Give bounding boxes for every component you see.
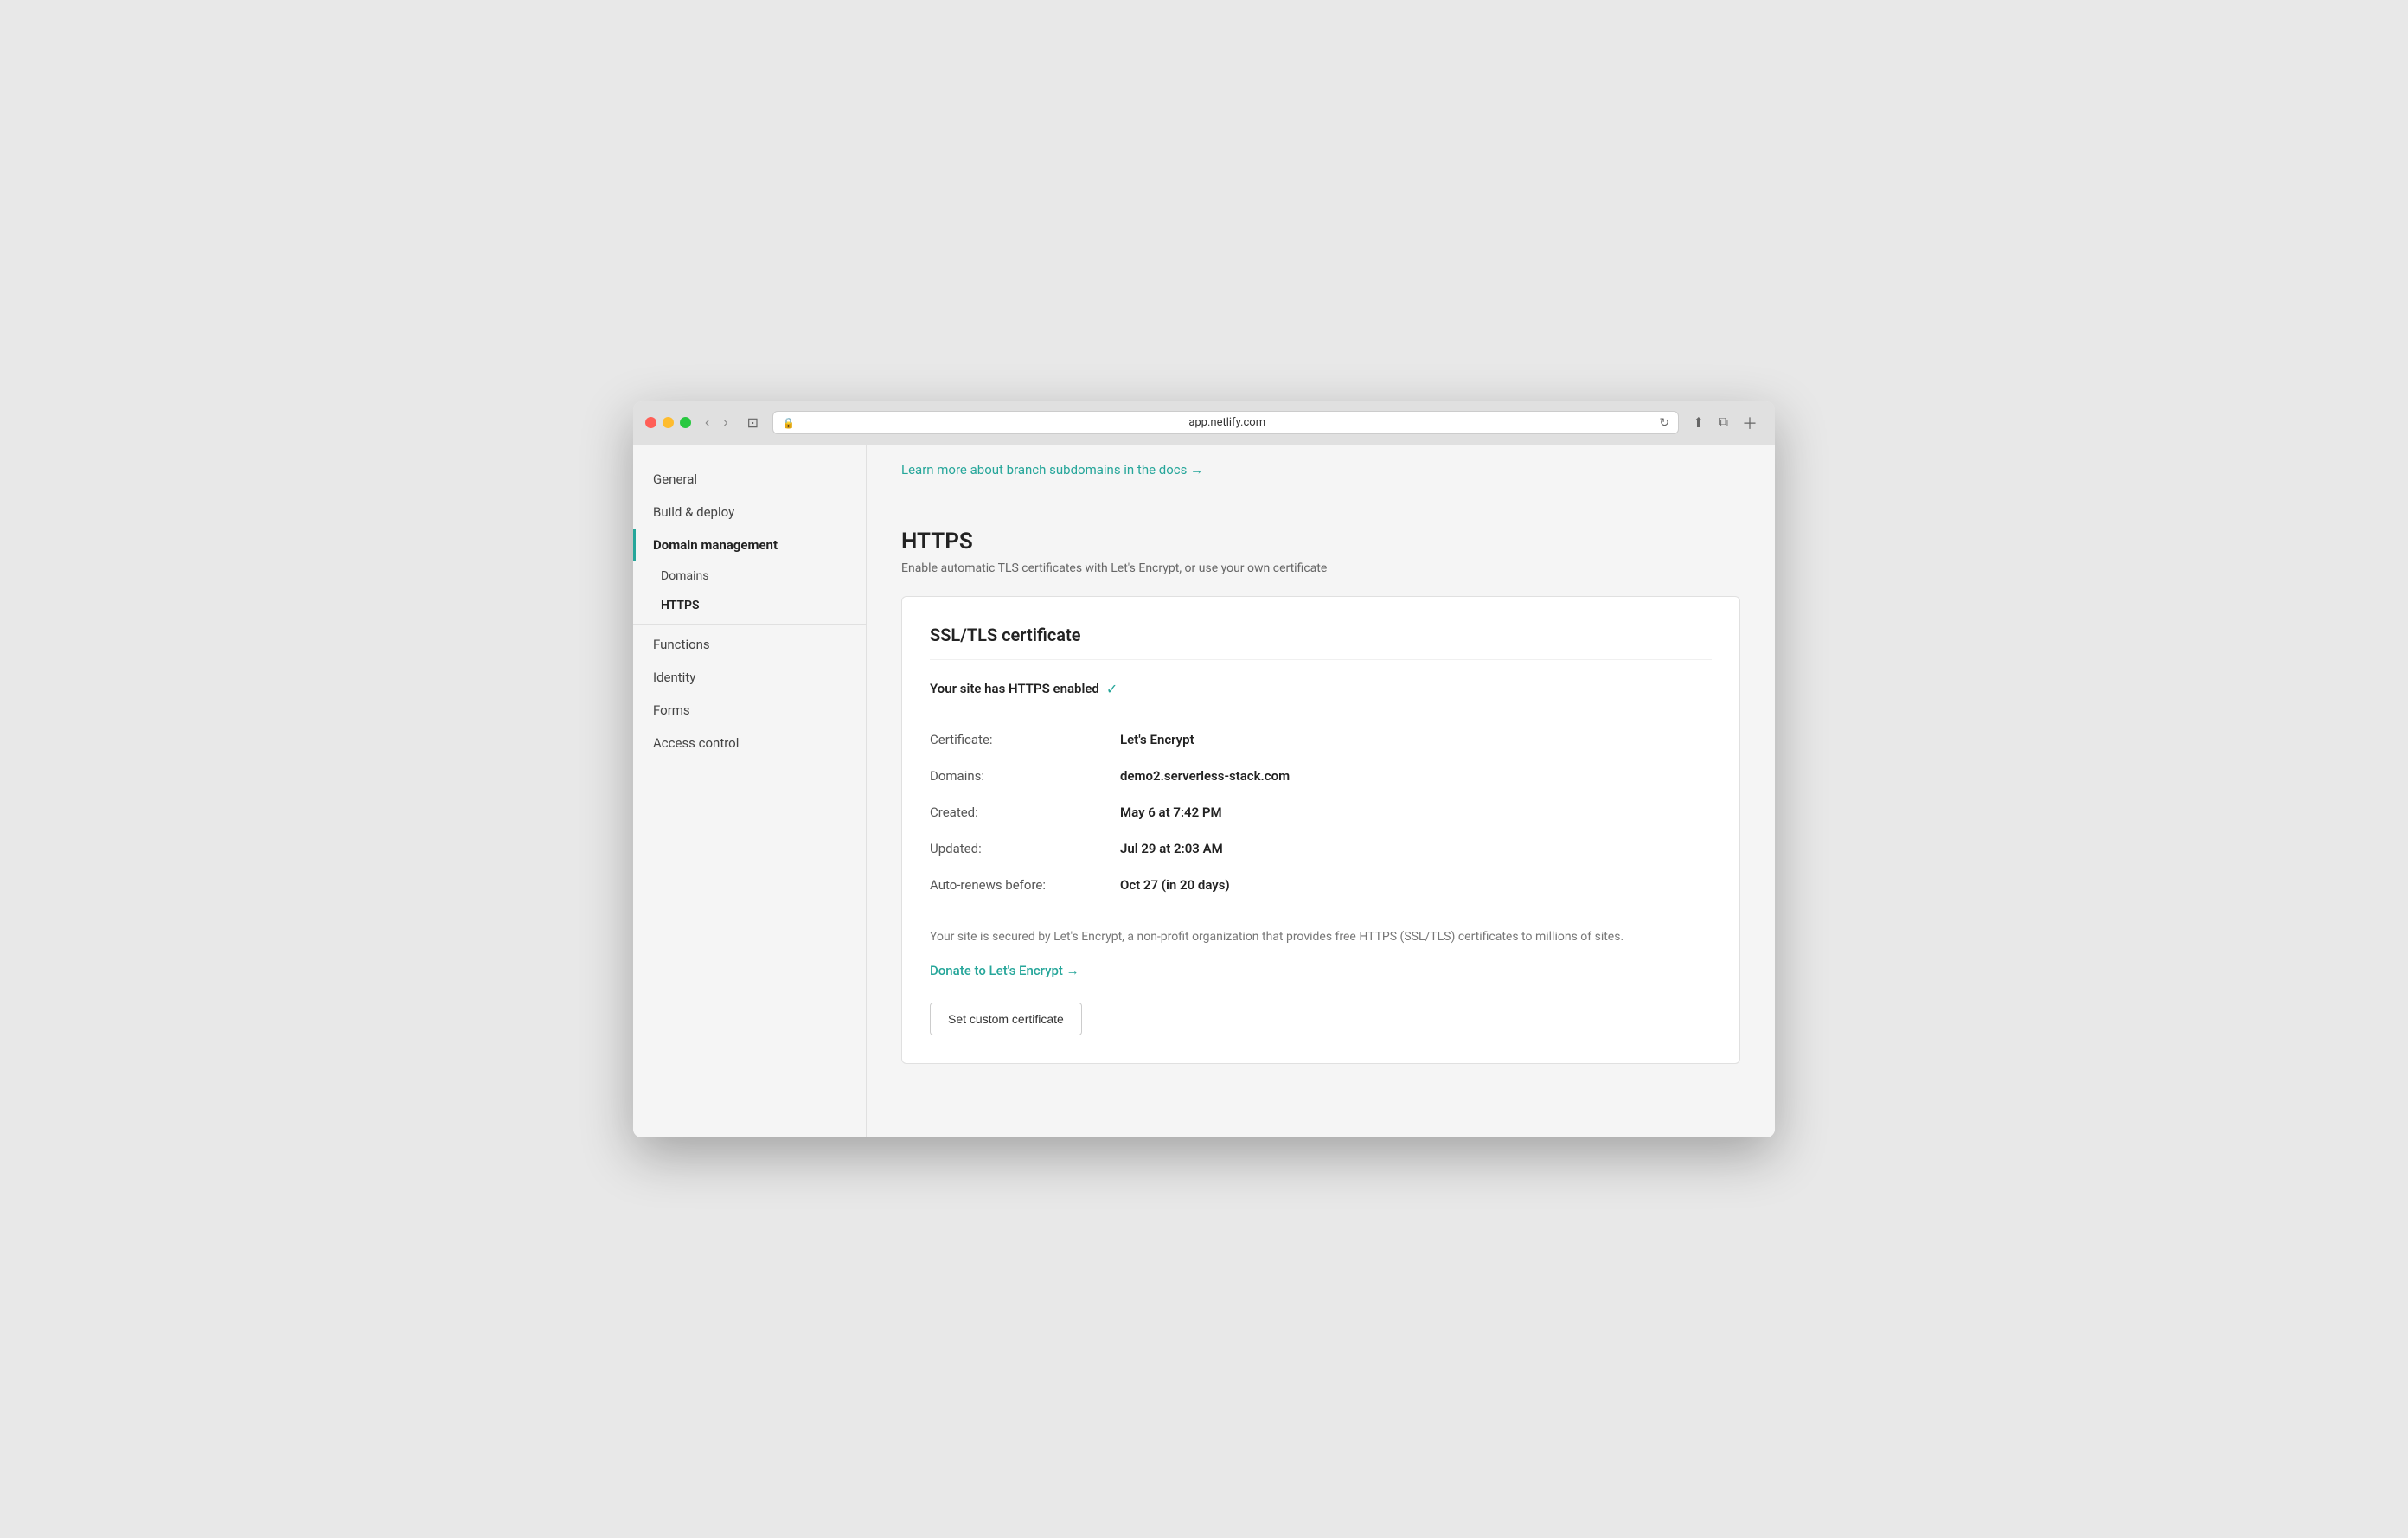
traffic-lights [645, 417, 691, 428]
sidebar-item-build-deploy[interactable]: Build & deploy [633, 496, 866, 529]
sidebar-item-domains[interactable]: Domains [633, 561, 866, 591]
certificate-info-table: Certificate: Let's Encrypt Domains: demo… [930, 721, 1712, 903]
card-title: SSL/TLS certificate [930, 625, 1712, 660]
field-value: demo2.serverless-stack.com [1120, 758, 1712, 794]
field-label: Updated: [930, 830, 1120, 867]
field-value: Oct 27 (in 20 days) [1120, 867, 1712, 903]
table-row: Auto-renews before: Oct 27 (in 20 days) [930, 867, 1712, 903]
field-label: Created: [930, 794, 1120, 830]
https-status-row: Your site has HTTPS enabled ✓ [930, 681, 1712, 697]
field-value: Jul 29 at 2:03 AM [1120, 830, 1712, 867]
table-row: Domains: demo2.serverless-stack.com [930, 758, 1712, 794]
back-button[interactable]: ‹ [700, 413, 714, 433]
toolbar-actions: ⬆ ⧉ ＋ [1688, 410, 1763, 436]
sidebar-toggle-button[interactable]: ⊡ [742, 413, 764, 433]
share-button[interactable]: ⬆ [1688, 410, 1709, 436]
field-label: Auto-renews before: [930, 867, 1120, 903]
address-bar[interactable]: 🔒 app.netlify.com ↻ [772, 411, 1679, 434]
sidebar-item-identity[interactable]: Identity [633, 661, 866, 694]
forward-button[interactable]: › [718, 413, 733, 433]
sidebar-item-general[interactable]: General [633, 463, 866, 496]
field-value: May 6 at 7:42 PM [1120, 794, 1712, 830]
screenshot-button[interactable]: ⧉ [1713, 410, 1733, 436]
section-subtitle: Enable automatic TLS certificates with L… [901, 561, 1740, 575]
new-tab-button[interactable]: ＋ [1737, 410, 1763, 436]
https-status-text: Your site has HTTPS enabled [930, 681, 1099, 696]
nav-buttons: ‹ › [700, 413, 733, 433]
close-button[interactable] [645, 417, 656, 428]
field-label: Certificate: [930, 721, 1120, 758]
sidebar-item-functions[interactable]: Functions [633, 628, 866, 661]
set-custom-certificate-button[interactable]: Set custom certificate [930, 1003, 1082, 1035]
minimize-button[interactable] [663, 417, 674, 428]
sidebar-item-https[interactable]: HTTPS [633, 591, 866, 620]
reload-button[interactable]: ↻ [1659, 415, 1669, 430]
sidebar-item-access-control[interactable]: Access control [633, 727, 866, 759]
sidebar-item-domain-management[interactable]: Domain management [633, 529, 866, 561]
lets-encrypt-description: Your site is secured by Let's Encrypt, a… [930, 927, 1712, 946]
page-title: HTTPS [901, 529, 1740, 554]
maximize-button[interactable] [680, 417, 691, 428]
table-row: Created: May 6 at 7:42 PM [930, 794, 1712, 830]
donate-link[interactable]: Donate to Let's Encrypt → [930, 963, 1079, 978]
field-value: Let's Encrypt [1120, 721, 1712, 758]
sidebar-item-forms[interactable]: Forms [633, 694, 866, 727]
check-icon: ✓ [1106, 681, 1118, 697]
main-content: Learn more about branch subdomains in th… [867, 445, 1775, 1137]
sidebar: General Build & deploy Domain management… [633, 445, 867, 1137]
ssl-tls-card: SSL/TLS certificate Your site has HTTPS … [901, 596, 1740, 1064]
browser-chrome: ‹ › ⊡ 🔒 app.netlify.com ↻ ⬆ ⧉ ＋ [633, 401, 1775, 445]
table-row: Certificate: Let's Encrypt [930, 721, 1712, 758]
branch-subdomains-link[interactable]: Learn more about branch subdomains in th… [901, 462, 1203, 477]
sidebar-divider [633, 624, 866, 625]
browser-content: General Build & deploy Domain management… [633, 445, 1775, 1137]
top-banner: Learn more about branch subdomains in th… [901, 445, 1740, 497]
browser-window: ‹ › ⊡ 🔒 app.netlify.com ↻ ⬆ ⧉ ＋ General … [633, 401, 1775, 1137]
lock-icon: 🔒 [782, 417, 795, 429]
field-label: Domains: [930, 758, 1120, 794]
url-text: app.netlify.com [800, 416, 1654, 429]
table-row: Updated: Jul 29 at 2:03 AM [930, 830, 1712, 867]
